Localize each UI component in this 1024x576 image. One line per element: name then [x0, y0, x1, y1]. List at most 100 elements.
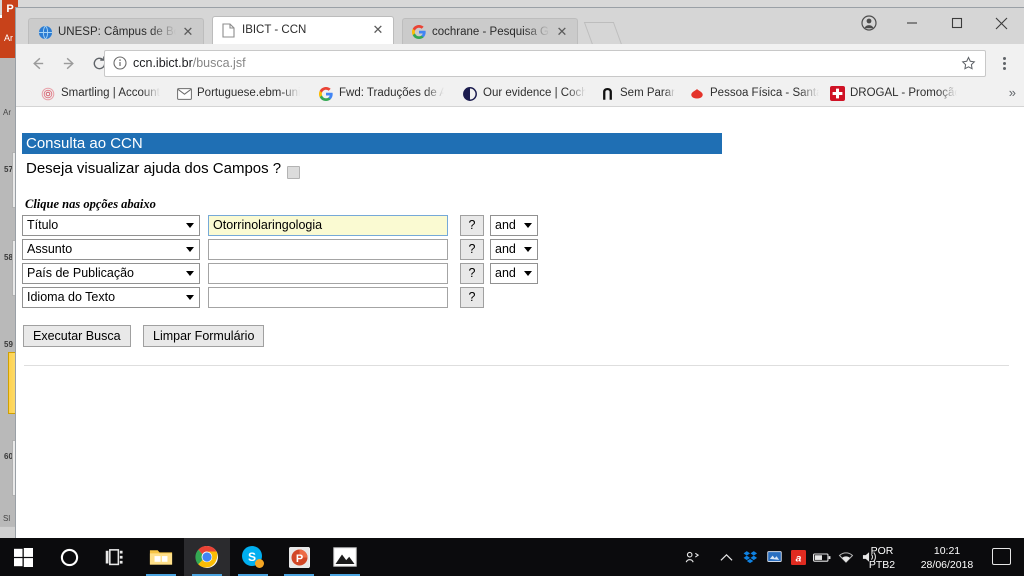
search-input-1[interactable]: Otorrinolaringologia — [208, 215, 448, 236]
close-icon[interactable]: ✕ — [555, 25, 569, 39]
bookmark-label: DROGAL - Promoção — [850, 87, 957, 99]
action-center-icon[interactable] — [992, 548, 1011, 565]
browser-tab-unesp[interactable]: UNESP: Câmpus de Botu ✕ — [28, 18, 204, 44]
powerpoint-icon: P — [288, 546, 310, 568]
cortana-circle-icon — [60, 548, 78, 566]
search-input-4[interactable] — [208, 287, 448, 308]
bookmark-fwd-traducoes[interactable]: Fwd: Traduções de A — [318, 84, 444, 103]
bookmark-drogal[interactable]: DROGAL - Promoção — [829, 84, 957, 103]
chevron-down-icon — [524, 223, 532, 228]
skype-icon: S — [242, 546, 264, 568]
clock[interactable]: 10:21 28/06/2018 — [906, 538, 988, 576]
close-icon[interactable]: ✕ — [181, 25, 195, 39]
envelope-icon — [176, 86, 192, 102]
browser-tab-label: cochrane - Pesquisa Goo — [432, 26, 550, 38]
execute-search-button[interactable]: Executar Busca — [23, 325, 131, 347]
skype-taskbar-button[interactable]: S — [230, 538, 276, 576]
help-checkbox[interactable] — [287, 166, 300, 179]
system-tray: a — [680, 538, 882, 576]
chrome-icon — [195, 545, 218, 568]
search-input-2[interactable] — [208, 239, 448, 260]
bookmark-label: Our evidence | Coch — [483, 87, 586, 99]
operator-select-1[interactable]: and — [490, 215, 538, 236]
field-select-3[interactable]: País de Publicação — [22, 263, 200, 284]
field-select-value: Assunto — [27, 242, 73, 256]
chevron-down-icon — [186, 295, 194, 300]
display-icon[interactable] — [762, 538, 786, 576]
dropbox-icon[interactable] — [738, 538, 762, 576]
bookmark-label: Smartling | Account — [61, 87, 160, 99]
browser-tab-cochrane-google[interactable]: cochrane - Pesquisa Goo ✕ — [402, 18, 578, 44]
close-window-button[interactable] — [979, 8, 1024, 38]
browser-tab-label: UNESP: Câmpus de Botu — [58, 26, 176, 38]
profile-avatar-icon[interactable] — [849, 8, 889, 38]
folder-icon — [149, 550, 173, 565]
svg-text:S: S — [248, 550, 256, 564]
search-input-value: Otorrinolaringologia — [213, 218, 323, 232]
close-icon[interactable]: ✕ — [371, 23, 385, 37]
bookmark-portuguese-ebm[interactable]: Portuguese.ebm-uni — [176, 84, 300, 103]
info-circle-icon[interactable] — [113, 56, 127, 70]
clear-form-button[interactable]: Limpar Formulário — [143, 325, 265, 347]
url-host: ccn.ibict.br — [133, 56, 193, 70]
battery-icon[interactable] — [810, 538, 834, 576]
chevron-down-icon — [524, 247, 532, 252]
field-select-2[interactable]: Assunto — [22, 239, 200, 260]
bookmark-sem-parar[interactable]: Sem Parar — [599, 84, 681, 103]
svg-text:a: a — [795, 553, 801, 564]
field-select-1[interactable]: Título — [22, 215, 200, 236]
start-button[interactable] — [0, 538, 46, 576]
file-explorer-button[interactable] — [138, 538, 184, 576]
bookmark-star-icon[interactable] — [961, 56, 976, 71]
chevron-down-icon — [186, 223, 194, 228]
bookmark-smartling[interactable]: Smartling | Account — [40, 84, 164, 103]
browser-tab-ibict-ccn[interactable]: IBICT - CCN ✕ — [212, 16, 394, 44]
page-icon — [222, 23, 237, 38]
search-input-3[interactable] — [208, 263, 448, 284]
bookmark-label: Pessoa Física - Santa — [710, 87, 819, 99]
maximize-button[interactable] — [934, 8, 979, 38]
bookmarks-bar: Smartling | Account Portuguese.ebm-uni F… — [16, 81, 1024, 107]
address-bar-text: ccn.ibict.br/busca.jsf — [133, 55, 246, 71]
chrome-menu-icon[interactable] — [996, 54, 1012, 72]
field-select-4[interactable]: Idioma do Texto — [22, 287, 200, 308]
people-share-icon[interactable] — [680, 538, 704, 576]
powerpoint-outline-label: Ar — [3, 108, 11, 117]
help-button-4[interactable]: ? — [460, 287, 484, 308]
ccn-search-page: Consulta ao CCN Deseja visualizar ajuda … — [16, 107, 1024, 538]
help-button-1[interactable]: ? — [460, 215, 484, 236]
wifi-icon[interactable] — [834, 538, 858, 576]
help-button-3[interactable]: ? — [460, 263, 484, 284]
browser-tab-label: IBICT - CCN — [242, 24, 307, 36]
cortana-search-button[interactable] — [46, 538, 92, 576]
language-indicator[interactable]: POR PTB2 — [862, 538, 902, 576]
operator-value: and — [495, 266, 516, 280]
minimize-button[interactable] — [889, 8, 934, 38]
bookmark-label: Portuguese.ebm-uni — [197, 87, 300, 99]
show-hidden-icons-chevron[interactable] — [714, 538, 738, 576]
photos-taskbar-button[interactable] — [322, 538, 368, 576]
instruction-text: Clique nas opções abaixo — [25, 197, 156, 211]
help-button-2[interactable]: ? — [460, 239, 484, 260]
powerpoint-taskbar-button[interactable]: P — [276, 538, 322, 576]
bookmark-pessoa-fisica-santander[interactable]: Pessoa Física - Santa — [689, 84, 819, 103]
operator-select-2[interactable]: and — [490, 239, 538, 260]
avira-antivirus-icon[interactable]: a — [786, 538, 810, 576]
bookmarks-overflow-icon[interactable]: » — [1009, 85, 1016, 100]
chrome-taskbar-button[interactable] — [184, 538, 230, 576]
window-controls — [849, 8, 1024, 38]
language-line-1: POR — [870, 545, 894, 557]
operator-select-3[interactable]: and — [490, 263, 538, 284]
back-button[interactable] — [26, 52, 48, 74]
santander-flame-icon — [689, 86, 705, 102]
task-view-button[interactable] — [92, 538, 138, 576]
bookmark-our-evidence-cochrane[interactable]: Our evidence | Coch — [462, 84, 586, 103]
new-tab-button[interactable] — [583, 22, 623, 45]
form-buttons: Executar Busca Limpar Formulário — [23, 325, 272, 347]
page-title-banner: Consulta ao CCN — [22, 133, 722, 154]
cochrane-icon — [462, 86, 478, 102]
slide-number: 59 — [4, 340, 13, 349]
operator-value: and — [495, 218, 516, 232]
address-bar[interactable]: ccn.ibict.br/busca.jsf — [104, 50, 986, 77]
forward-button[interactable] — [58, 52, 80, 74]
